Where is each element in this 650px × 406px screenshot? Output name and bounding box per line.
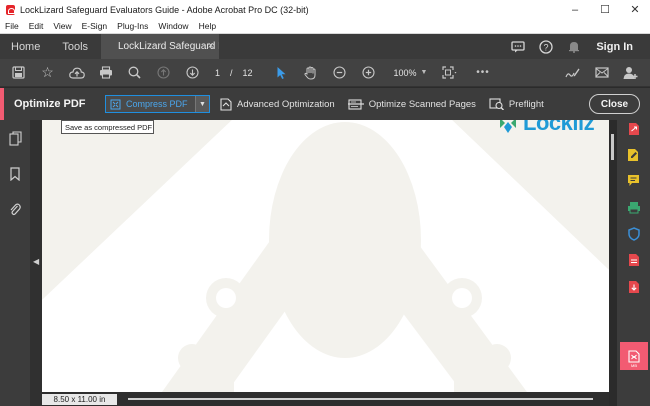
preflight-button[interactable]: Preflight [489, 98, 544, 110]
combine-icon[interactable] [623, 276, 644, 297]
chat-icon[interactable] [504, 40, 532, 53]
menu-bar: File Edit View E-Sign Plug-Ins Window He… [0, 19, 650, 34]
menu-view[interactable]: View [48, 21, 76, 31]
select-cursor-icon[interactable] [267, 59, 296, 87]
compress-dropdown-icon[interactable]: ▼ [196, 101, 209, 108]
optimize-pdf-title: Optimize PDF [14, 98, 86, 110]
add-user-icon[interactable] [616, 59, 645, 87]
help-icon[interactable]: ? [532, 39, 560, 54]
menu-window[interactable]: Window [153, 21, 193, 31]
close-tab-icon[interactable]: × [208, 40, 214, 52]
document-tab-label: LockLizard Safeguard Evaluators Guide [118, 41, 219, 52]
watermark-graphic [42, 120, 609, 392]
print-icon[interactable] [91, 59, 120, 87]
compress-pdf-label: Compress PDF [126, 99, 188, 109]
page-size-indicator: 8.50 x 11.00 in [42, 394, 117, 405]
tab-home[interactable]: Home [0, 41, 51, 53]
right-tools-panel: MB [617, 120, 650, 406]
advanced-optimization-button[interactable]: Advanced Optimization [220, 97, 335, 111]
close-window-button[interactable]: ✕ [620, 0, 650, 19]
expand-left-panel-icon[interactable]: ◀ [33, 257, 39, 266]
advanced-optimization-icon [220, 97, 232, 111]
notification-bell-icon[interactable] [560, 40, 588, 53]
tab-document[interactable]: LockLizard Safeguard Evaluators Guide × [101, 34, 219, 59]
compress-pdf-button[interactable]: Compress PDF [106, 96, 196, 112]
compress-icon [110, 99, 121, 109]
bookmarks-icon[interactable] [10, 167, 20, 184]
locklizard-logo-mark [500, 120, 516, 133]
logo-wordmark: Lockliz [523, 120, 595, 135]
attachments-paperclip-icon[interactable] [9, 202, 21, 220]
menu-help[interactable]: Help [194, 21, 221, 31]
page-separator: / [230, 67, 233, 78]
current-page-input[interactable]: 1 [215, 68, 220, 78]
export-pdf-icon[interactable] [623, 118, 644, 139]
horizontal-scrollbar[interactable] [128, 398, 593, 400]
compress-pdf-split-button: Compress PDF ▼ [105, 95, 210, 113]
hand-tool-icon[interactable] [296, 59, 325, 87]
optimize-scanned-pages-label: Optimize Scanned Pages [368, 98, 476, 110]
more-tools-icon[interactable]: ••• [468, 59, 497, 87]
document-page[interactable]: Lockliz [42, 120, 609, 392]
window-title: LockLizard Safeguard Evaluators Guide - … [20, 4, 309, 15]
menu-edit[interactable]: Edit [24, 21, 49, 31]
optimize-pdf-icon[interactable]: MB [620, 342, 648, 370]
optimize-pdf-toolbar: Optimize PDF Compress PDF ▼ Advanced Opt… [0, 88, 650, 120]
locklizard-logo: Lockliz [497, 120, 595, 135]
scan-ocr-icon[interactable] [623, 197, 644, 218]
upload-cloud-icon[interactable] [62, 59, 91, 87]
zoom-in-icon[interactable] [354, 59, 383, 87]
tab-tools[interactable]: Tools [51, 41, 99, 53]
optimize-scanned-pages-button[interactable]: Optimize Scanned Pages [347, 98, 476, 110]
maximize-button[interactable]: ☐ [590, 0, 620, 19]
vertical-scrollbar[interactable] [609, 120, 617, 406]
zoom-out-icon[interactable] [325, 59, 354, 87]
zoom-search-icon[interactable] [120, 59, 149, 87]
title-bar: LockLizard Safeguard Evaluators Guide - … [0, 0, 650, 19]
previous-page-icon[interactable] [149, 59, 178, 87]
tool-accent-bar [0, 88, 4, 120]
page-thumbnails-icon[interactable] [8, 131, 22, 149]
bookmark-star-icon[interactable]: ☆ [33, 59, 62, 87]
advanced-optimization-label: Advanced Optimization [237, 98, 335, 110]
left-navigation-panel [0, 120, 30, 406]
vertical-scroll-thumb[interactable] [611, 134, 614, 160]
next-page-icon[interactable] [178, 59, 207, 87]
scanned-pages-icon [347, 99, 364, 110]
zoom-dropdown-icon[interactable]: ▼ [421, 69, 428, 76]
minimize-button[interactable]: – [560, 0, 590, 19]
page-fit-icon[interactable] [435, 59, 464, 87]
menu-plugins[interactable]: Plug-Ins [112, 21, 153, 31]
edit-pdf-icon[interactable] [623, 144, 644, 165]
status-bar: 8.50 x 11.00 in [42, 392, 609, 406]
save-icon[interactable] [4, 59, 33, 87]
preflight-icon [489, 98, 504, 110]
protect-icon[interactable] [623, 223, 644, 244]
page-navigator: 1 / 12 [215, 68, 253, 78]
acrobat-app-icon [6, 4, 15, 15]
main-toolbar: ☆ 1 / 12 100% ▼ ••• [0, 59, 650, 87]
svg-text:?: ? [544, 42, 549, 52]
total-pages: 12 [242, 67, 253, 78]
zoom-level[interactable]: 100% [383, 68, 417, 78]
sign-in-button[interactable]: Sign In [588, 41, 650, 53]
close-tool-button[interactable]: Close [589, 94, 640, 114]
tabbar-actions: ? Sign In [504, 34, 650, 59]
sign-pen-icon[interactable] [558, 59, 587, 87]
left-panel-collapse-strip: ◀ [30, 120, 42, 406]
comment-icon[interactable] [623, 170, 644, 191]
email-icon[interactable] [587, 59, 616, 87]
create-pdf-icon[interactable] [623, 249, 644, 270]
menu-esign[interactable]: E-Sign [77, 21, 113, 31]
compress-tooltip: Save as compressed PDF [61, 120, 154, 134]
menu-file[interactable]: File [0, 21, 24, 31]
preflight-label: Preflight [508, 98, 544, 110]
optimize-sub-label: MB [631, 363, 637, 368]
